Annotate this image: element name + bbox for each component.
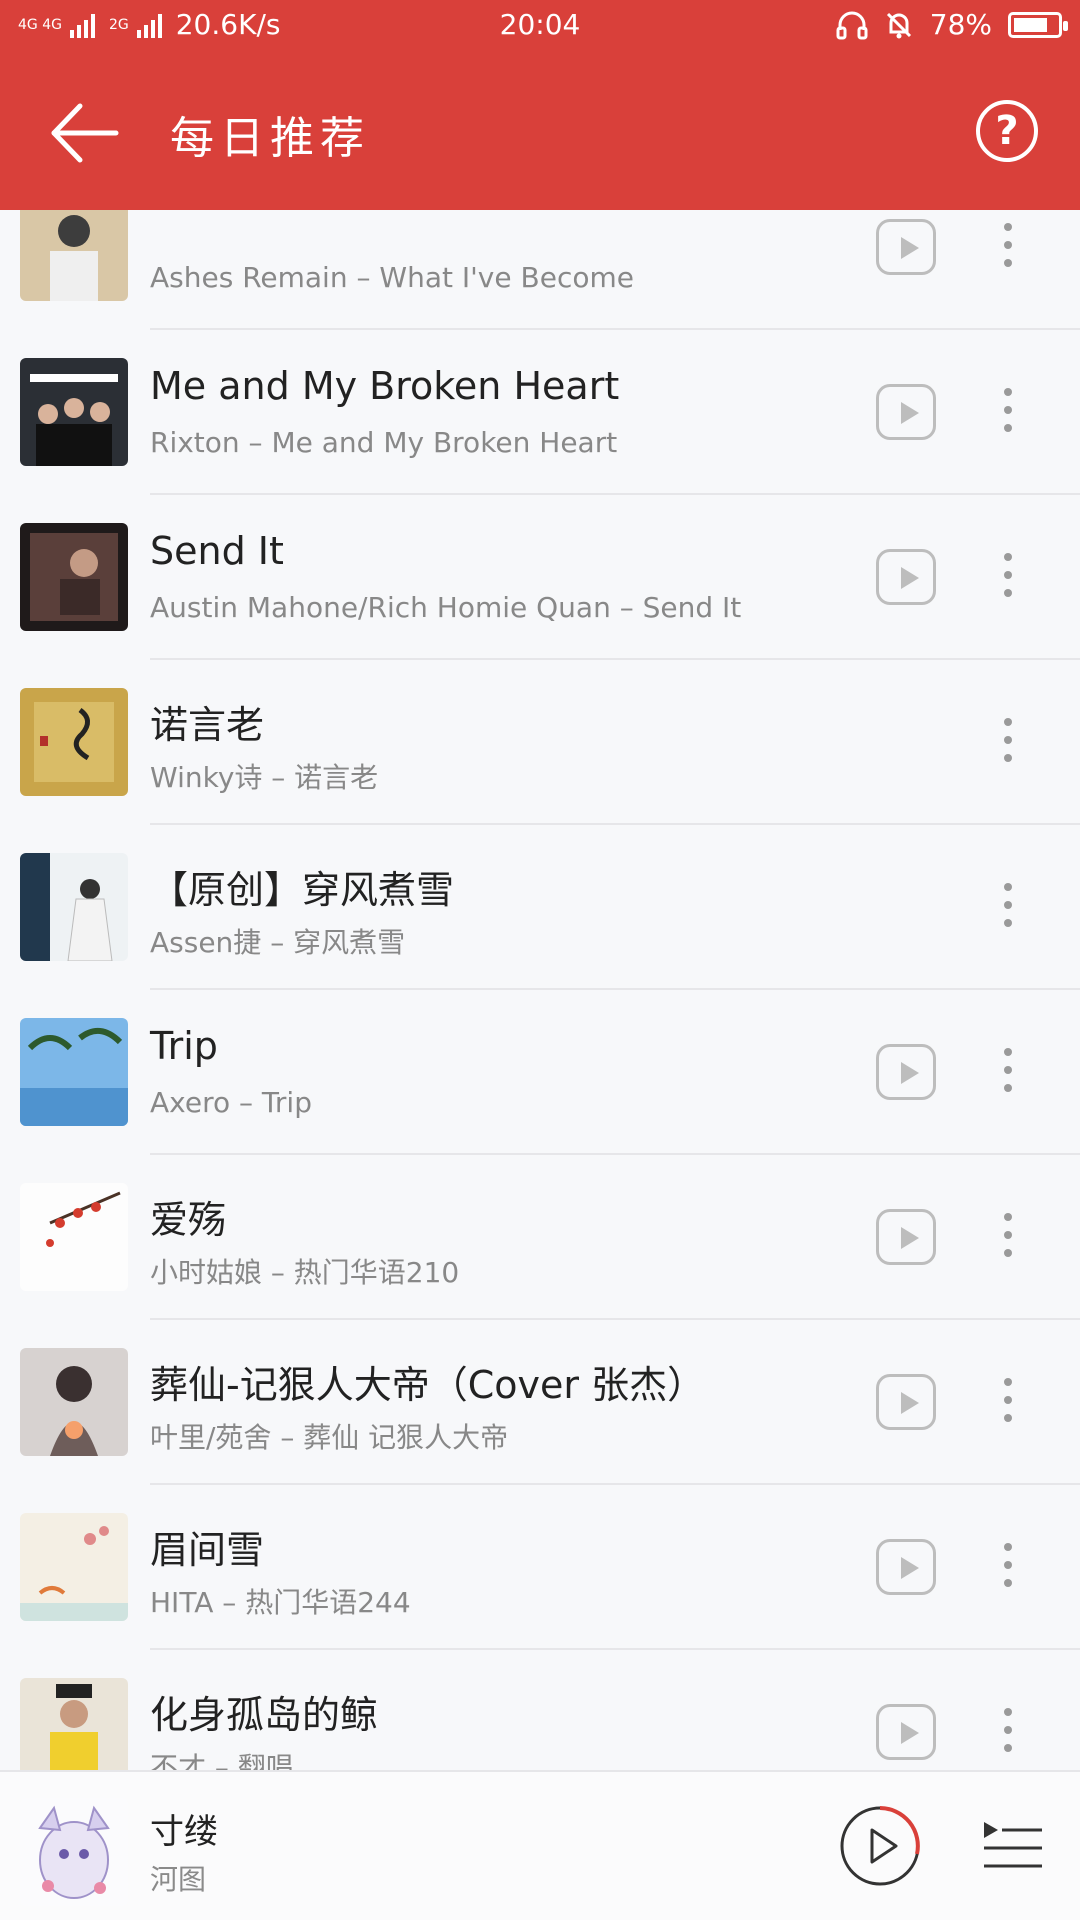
song-subtitle[interactable]: Axero – Trip xyxy=(150,1086,312,1119)
song-row[interactable]: 眉间雪 HITA – 热门华语244 xyxy=(0,1485,1080,1650)
mv-play-icon[interactable] xyxy=(876,1209,936,1265)
more-options-icon[interactable] xyxy=(990,718,1026,770)
more-options-icon[interactable] xyxy=(990,883,1026,935)
song-row[interactable]: 诺言老 Winky诗 – 诺言老 xyxy=(0,660,1080,825)
song-list: Ashes Remain – What I've Become Me and My… xyxy=(0,210,1080,1770)
song-title[interactable]: 眉间雪 xyxy=(150,1519,264,1574)
header: 4G 4G 2G 20.6K/s 20:04 78% 每日推荐 ? xyxy=(0,0,1080,210)
play-button-icon[interactable] xyxy=(838,1804,922,1888)
song-subtitle[interactable]: Austin Mahone/Rich Homie Quan – Send It xyxy=(150,591,741,624)
song-row[interactable]: 化身孤岛的鲸不才 – 翻唱 xyxy=(0,1650,1080,1770)
song-cover[interactable] xyxy=(20,523,128,631)
mv-play-icon[interactable] xyxy=(876,1704,936,1760)
song-title[interactable]: 诺言老 xyxy=(150,694,264,749)
battery-percent: 78% xyxy=(929,8,992,41)
song-row[interactable]: Me and My Broken Heart Rixton – Me and My… xyxy=(0,330,1080,495)
mv-play-icon[interactable] xyxy=(876,1044,936,1100)
mv-play-icon[interactable] xyxy=(876,219,936,275)
playlist-queue-icon[interactable] xyxy=(980,1816,1046,1876)
song-row[interactable]: Trip Axero – Trip xyxy=(0,990,1080,1155)
song-cover[interactable] xyxy=(20,210,128,301)
song-subtitle[interactable]: 叶里/苑舍 – 葬仙 记狠人大帝 xyxy=(150,1416,508,1456)
bell-muted-icon xyxy=(886,12,911,38)
song-cover[interactable] xyxy=(20,1183,128,1291)
song-title[interactable]: 葬仙-记狠人大帝（Cover 张杰） xyxy=(150,1354,705,1409)
song-cover[interactable] xyxy=(20,1513,128,1621)
song-row[interactable]: Send It Austin Mahone/Rich Homie Quan – S… xyxy=(0,495,1080,660)
now-playing-cover[interactable] xyxy=(20,1798,128,1906)
more-options-icon[interactable] xyxy=(990,223,1026,275)
song-subtitle[interactable]: Assen捷 – 穿风煮雪 xyxy=(150,921,405,961)
song-title[interactable]: 爱殇 xyxy=(150,1189,226,1244)
app-bar: 每日推荐 ? xyxy=(0,52,1080,210)
song-cover[interactable] xyxy=(20,688,128,796)
more-options-icon[interactable] xyxy=(990,388,1026,440)
battery-fill xyxy=(1014,17,1047,32)
status-bar: 4G 4G 2G 20.6K/s 20:04 78% xyxy=(0,0,1080,52)
song-row[interactable]: 爱殇小时姑娘 – 热门华语210 xyxy=(0,1155,1080,1320)
more-options-icon[interactable] xyxy=(990,1048,1026,1100)
mv-play-icon[interactable] xyxy=(876,549,936,605)
song-row[interactable]: 【原创】穿风煮雪 Assen捷 – 穿风煮雪 xyxy=(0,825,1080,990)
mv-play-icon[interactable] xyxy=(876,1539,936,1595)
battery-icon xyxy=(1008,11,1068,38)
song-row[interactable]: 葬仙-记狠人大帝（Cover 张杰） 叶里/苑舍 – 葬仙 记狠人大帝 xyxy=(0,1320,1080,1485)
mv-play-icon[interactable] xyxy=(876,1374,936,1430)
more-options-icon[interactable] xyxy=(990,1378,1026,1430)
song-row[interactable]: Ashes Remain – What I've Become xyxy=(0,210,1080,330)
song-title[interactable]: Trip xyxy=(150,1024,218,1068)
help-icon[interactable]: ? xyxy=(976,100,1038,162)
song-cover[interactable] xyxy=(20,1678,128,1770)
more-options-icon[interactable] xyxy=(990,1543,1026,1595)
song-cover[interactable] xyxy=(20,1348,128,1456)
headphones-icon xyxy=(836,11,868,39)
more-options-icon[interactable] xyxy=(990,553,1026,605)
mini-player[interactable]: 寸缕 河图 xyxy=(0,1770,1080,1920)
song-title[interactable]: 化身孤岛的鲸 xyxy=(150,1684,378,1739)
song-title[interactable]: 【原创】穿风煮雪 xyxy=(150,859,454,914)
more-options-icon[interactable] xyxy=(990,1213,1026,1265)
now-playing-artist[interactable]: 河图 xyxy=(150,1858,206,1898)
song-subtitle[interactable]: 不才 – 翻唱 xyxy=(150,1746,294,1770)
song-subtitle[interactable]: Ashes Remain – What I've Become xyxy=(150,261,634,294)
song-cover[interactable] xyxy=(20,853,128,961)
song-subtitle[interactable]: 小时姑娘 – 热门华语210 xyxy=(150,1251,459,1291)
now-playing-title[interactable]: 寸缕 xyxy=(150,1804,218,1853)
song-cover[interactable] xyxy=(20,1018,128,1126)
song-title[interactable]: Send It xyxy=(150,529,284,573)
song-subtitle[interactable]: Winky诗 – 诺言老 xyxy=(150,756,378,796)
back-arrow-icon[interactable] xyxy=(40,88,130,178)
song-cover[interactable] xyxy=(20,358,128,466)
mv-play-icon[interactable] xyxy=(876,384,936,440)
status-right: 78% xyxy=(836,8,1068,41)
song-subtitle[interactable]: Rixton – Me and My Broken Heart xyxy=(150,426,617,459)
page-title: 每日推荐 xyxy=(170,113,370,164)
song-subtitle[interactable]: HITA – 热门华语244 xyxy=(150,1581,411,1621)
song-title[interactable]: Me and My Broken Heart xyxy=(150,364,619,408)
more-options-icon[interactable] xyxy=(990,1708,1026,1760)
